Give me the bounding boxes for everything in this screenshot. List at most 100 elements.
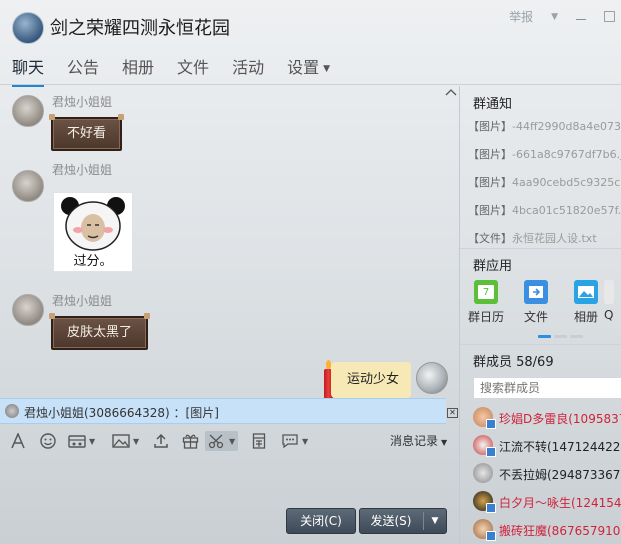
sender-avatar[interactable] [12, 294, 44, 326]
member-badge-icon [486, 447, 496, 457]
section-divider [460, 344, 621, 345]
app-label: 文件 [523, 310, 548, 324]
member-badge-icon [486, 503, 496, 513]
sender-avatar[interactable] [12, 95, 44, 127]
album-icon [574, 280, 598, 304]
announcement-tag: 【文件】 [468, 232, 512, 245]
tab-settings-label: 设置 [287, 58, 320, 77]
app-files[interactable]: 文件 [516, 280, 556, 325]
announcement-tag: 【图片】 [468, 120, 512, 133]
member-search-input[interactable] [474, 378, 621, 398]
announcement-item[interactable]: 【图片】-44ff2990d8a4e073.jpg [468, 118, 621, 134]
announcement-name: -661a8c9767df7b6.jpg [512, 148, 621, 161]
report-button[interactable]: 举报 [509, 8, 533, 25]
app-label: Q [604, 308, 614, 322]
announcement-item[interactable]: 【文件】永恒花园人设.txt [468, 230, 597, 246]
announcement-item[interactable]: 【图片】4bca01c51820e57f.jpg [468, 202, 621, 218]
app-calendar[interactable]: 7 群日历 [466, 280, 506, 325]
section-divider [460, 248, 621, 249]
red-packet-icon[interactable] [251, 431, 267, 451]
collapse-panel-icon[interactable] [445, 88, 457, 98]
announcement-name: 永恒花园人设.txt [512, 232, 597, 245]
announcement-tag: 【图片】 [468, 204, 512, 217]
notice-close-icon[interactable]: ✕ [447, 408, 458, 418]
tab-files-label: 文件 [177, 58, 210, 77]
sticker-image[interactable]: 过分。 [53, 192, 133, 272]
message-history-button[interactable]: 消息记录 ▼ [390, 432, 447, 449]
gift-icon[interactable] [182, 431, 199, 451]
font-icon[interactable] [10, 431, 26, 451]
send-button-divider [423, 512, 424, 530]
announcement-item[interactable]: 【图片】4aa90cebd5c9325c.jpg [468, 174, 621, 190]
calendar-day: 7 [478, 285, 494, 299]
member-badge-icon [486, 419, 496, 429]
window-controls: 举报 ▼ [509, 8, 615, 25]
member-name: 白夕月～咏生(12415431 [499, 496, 621, 510]
apps-page-indicator[interactable] [538, 335, 583, 338]
announcement-name: 4bca01c51820e57f.jpg [512, 204, 621, 217]
group-side-panel: 群通知 【图片】-44ff2990d8a4e073.jpg 【图片】-661a8… [459, 86, 621, 544]
announcement-name: -44ff2990d8a4e073.jpg [512, 120, 621, 133]
announcement-name: 4aa90cebd5c9325c.jpg [512, 176, 621, 189]
tab-chat[interactable]: 聊天 [12, 54, 45, 87]
send-button-label: 发送(S) [370, 514, 412, 528]
notice-avatar [5, 404, 19, 418]
app-label: 相册 [573, 310, 598, 324]
member-avatar [473, 463, 493, 483]
tab-activity[interactable]: 活动 [232, 54, 264, 86]
message-sender: 君烛小姐姐 [52, 163, 113, 177]
image-icon[interactable]: ▼ [112, 431, 139, 451]
announcements-title: 群通知 [473, 97, 513, 112]
gif-icon[interactable]: ▼ [68, 431, 95, 451]
member-name: 珍娼D多雷良(10958372 [499, 412, 621, 426]
chevron-down-icon: ▼ [323, 63, 331, 74]
more-app-icon [604, 280, 614, 304]
announcement-item[interactable]: 【图片】-661a8c9767df7b6.jpg [468, 146, 621, 162]
tab-album[interactable]: 相册 [122, 54, 154, 86]
scissors-icon[interactable]: ▼ [205, 431, 239, 451]
message-bubble[interactable]: 不好看 [48, 114, 125, 151]
announcement-tag: 【图片】 [468, 148, 512, 161]
tab-bar: 聊天 公告 相册 文件 活动 设置 ▼ [12, 54, 353, 87]
sender-avatar[interactable] [12, 170, 44, 202]
tab-announcement[interactable]: 公告 [67, 54, 99, 86]
sticker-caption: 过分。 [73, 254, 113, 269]
emoji-icon[interactable] [40, 431, 56, 451]
member-name: 不丢拉姆(2948733673) [499, 468, 621, 482]
close-button[interactable]: 关闭(C) [286, 508, 356, 534]
group-title: 剑之荣耀四测永恒花园 [50, 18, 230, 39]
minimize-icon[interactable] [576, 19, 586, 20]
group-avatar[interactable] [12, 12, 44, 44]
chevron-down-icon: ▼ [441, 438, 448, 447]
chat-bubble-icon[interactable]: ▼ [281, 431, 308, 451]
panda-meme-icon [61, 197, 125, 251]
menu-dropdown-icon[interactable]: ▼ [551, 12, 558, 22]
app-label: 群日历 [467, 310, 504, 324]
tab-activity-label: 活动 [232, 58, 265, 77]
members-title: 群成员 58/69 [473, 355, 554, 370]
my-message-bubble[interactable]: 运动少女 [331, 362, 412, 398]
notice-text: 君烛小姐姐(3086664328) ：[图片] [24, 406, 219, 420]
message-sender: 君烛小姐姐 [52, 95, 113, 109]
member-badge-icon [486, 531, 496, 541]
header-divider [0, 84, 621, 85]
new-message-notice[interactable]: 君烛小姐姐(3086664328) ：[图片] [0, 398, 446, 424]
my-avatar[interactable] [416, 362, 448, 394]
chat-header: 剑之荣耀四测永恒花园 举报 ▼ 聊天 公告 相册 文件 活动 设置 ▼ [0, 0, 621, 87]
upload-icon[interactable] [153, 431, 169, 451]
apps-title: 群应用 [473, 259, 513, 274]
maximize-icon[interactable] [604, 11, 615, 22]
tab-files[interactable]: 文件 [177, 54, 209, 86]
send-options-dropdown-icon[interactable]: ▼ [426, 509, 444, 533]
app-album[interactable]: 相册 [566, 280, 606, 325]
announcement-tag: 【图片】 [468, 176, 512, 189]
app-more[interactable]: Q [604, 280, 621, 322]
message-bubble[interactable]: 皮肤太黑了 [48, 313, 151, 350]
file-transfer-icon [524, 280, 548, 304]
member-search-field[interactable] [473, 377, 621, 399]
member-name: 搬砖狂魔(867657910) [499, 524, 621, 538]
tab-settings[interactable]: 设置 ▼ [287, 54, 330, 86]
send-button[interactable]: 发送(S) ▼ [359, 508, 447, 534]
member-name: 江流不转(1471244229) [499, 440, 621, 454]
message-history-label: 消息记录 [390, 434, 439, 448]
